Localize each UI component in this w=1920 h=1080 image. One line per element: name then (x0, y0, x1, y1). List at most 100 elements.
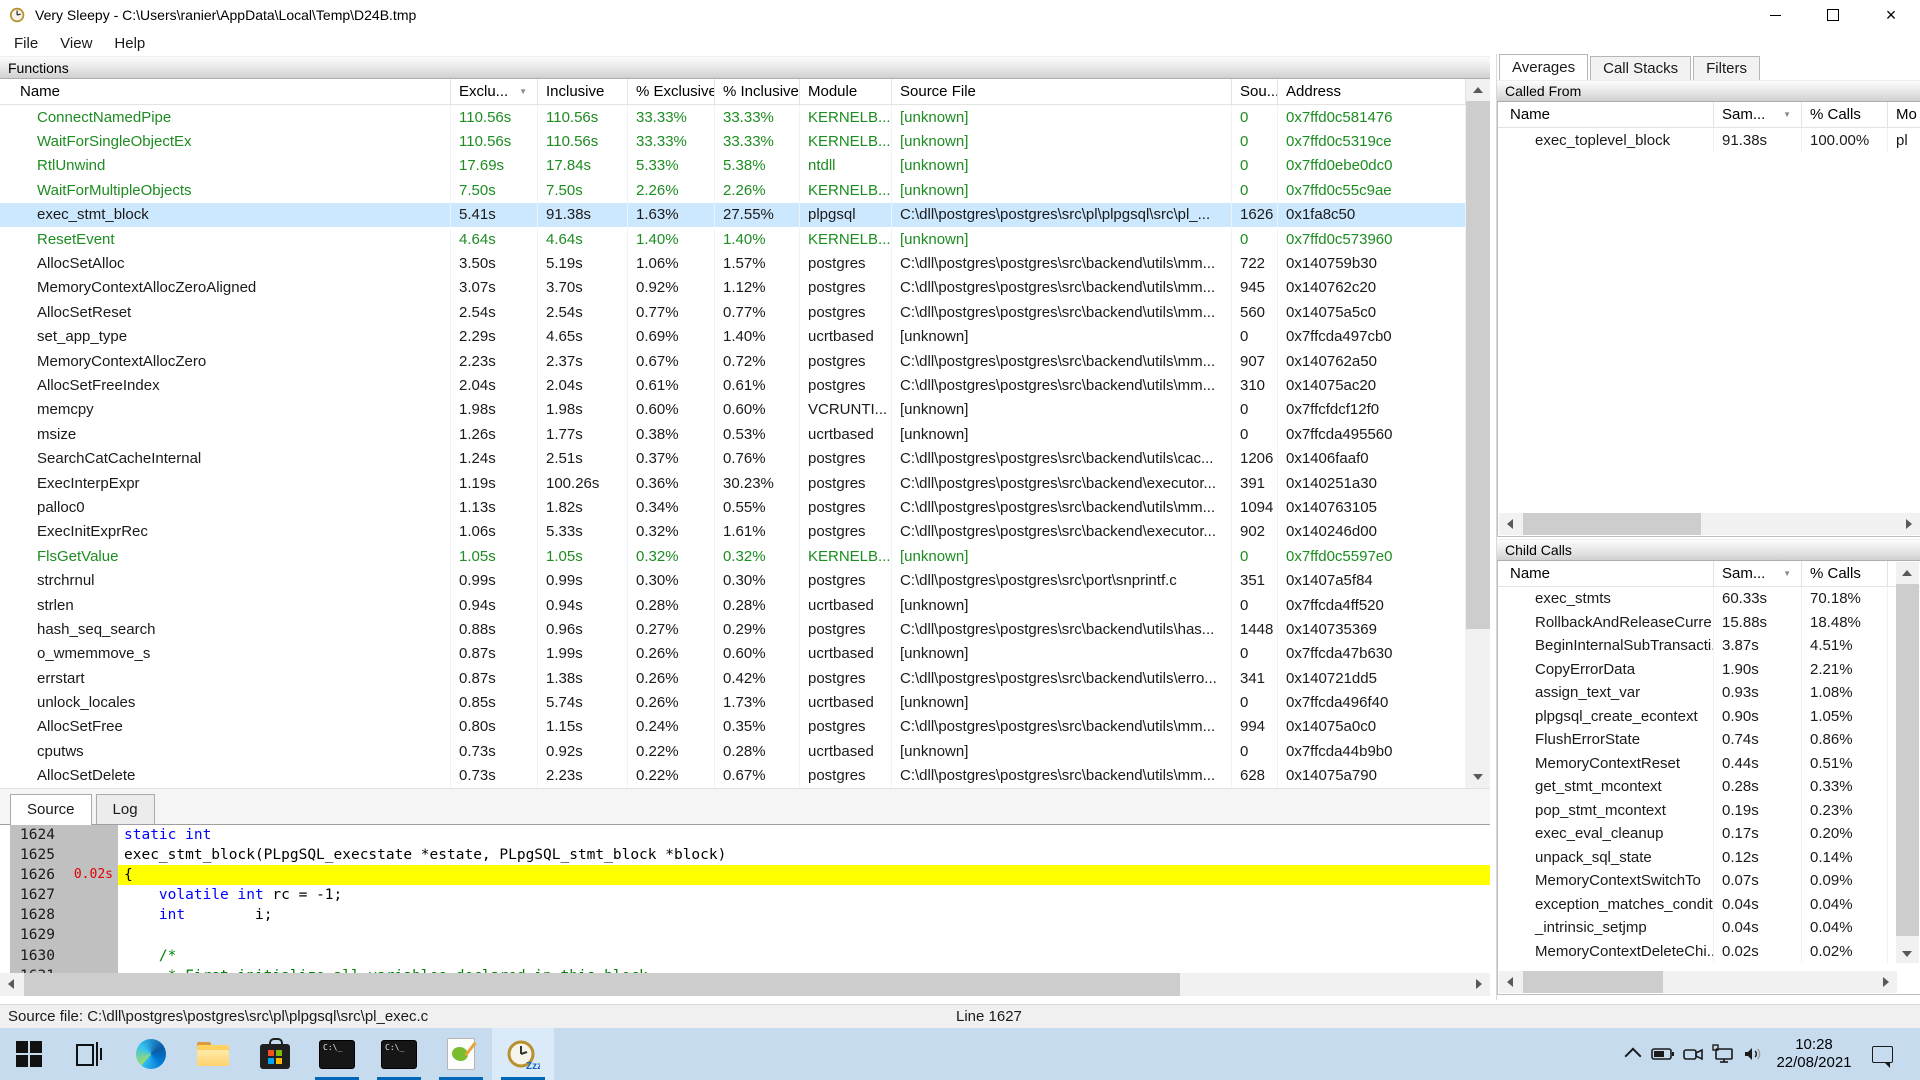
scroll-left-icon[interactable] (1507, 977, 1513, 987)
function-row[interactable]: MemoryContextAllocZero2.23s2.37s0.67%0.7… (0, 349, 1466, 373)
start-button[interactable] (0, 1028, 58, 1080)
child-calls-vertical-scrollbar[interactable] (1896, 562, 1919, 963)
column-header-sou[interactable]: Sou... (1232, 79, 1278, 104)
function-row[interactable]: AllocSetFreeIndex2.04s2.04s0.61%0.61%pos… (0, 373, 1466, 397)
tray-expand-button[interactable] (1618, 1028, 1648, 1080)
column-header-name[interactable]: Name (1498, 561, 1714, 586)
column-header-address[interactable]: Address (1278, 79, 1466, 104)
source-horizontal-scrollbar[interactable] (0, 973, 1490, 996)
child-call-row[interactable]: RollbackAndReleaseCurre...15.88s18.48% (1498, 611, 1920, 635)
function-row[interactable]: MemoryContextAllocZeroAligned3.07s3.70s0… (0, 276, 1466, 300)
notepad-plus-plus-taskbar-button[interactable] (430, 1028, 492, 1080)
function-row[interactable]: RtlUnwind17.69s17.84s5.33%5.38%ntdll[unk… (0, 154, 1466, 178)
function-row[interactable]: strchrnul0.99s0.99s0.30%0.30%postgresC:\… (0, 568, 1466, 592)
child-call-row[interactable]: unpack_sql_state0.12s0.14% (1498, 846, 1920, 870)
battery-tray-button[interactable] (1648, 1028, 1678, 1080)
function-row[interactable]: ExecInterpExpr1.19s100.26s0.36%30.23%pos… (0, 471, 1466, 495)
child-call-row[interactable]: BeginInternalSubTransacti...3.87s4.51% (1498, 634, 1920, 658)
child-call-row[interactable]: get_stmt_mcontext0.28s0.33% (1498, 775, 1920, 799)
taskbar-clock[interactable]: 10:28 22/08/2021 (1768, 1036, 1860, 1072)
close-button[interactable]: × (1862, 0, 1920, 30)
function-row[interactable]: WaitForMultipleObjects7.50s7.50s2.26%2.2… (0, 178, 1466, 202)
terminal-taskbar-button-2[interactable] (368, 1028, 430, 1080)
child-calls-horizontal-scrollbar[interactable] (1499, 971, 1897, 993)
child-call-row[interactable]: pop_stmt_mcontext0.19s0.23% (1498, 799, 1920, 823)
network-tray-button[interactable] (1708, 1028, 1738, 1080)
column-header-mo[interactable]: Mo (1888, 102, 1920, 127)
column-header-exclu[interactable]: Exclu...▼ (451, 79, 538, 104)
function-row[interactable]: ResetEvent4.64s4.64s1.40%1.40%KERNELB...… (0, 227, 1466, 251)
scrollbar-thumb[interactable] (24, 973, 1180, 996)
child-call-row[interactable]: exec_stmts60.33s70.18% (1498, 587, 1920, 611)
terminal-taskbar-button-1[interactable] (306, 1028, 368, 1080)
volume-tray-button[interactable] (1738, 1028, 1768, 1080)
column-header-calls[interactable]: % Calls (1802, 102, 1888, 127)
function-row[interactable]: ExecInitExprRec1.06s5.33s0.32%1.61%postg… (0, 520, 1466, 544)
column-header-sam[interactable]: Sam...▼ (1714, 102, 1802, 127)
scroll-up-icon[interactable] (1473, 87, 1483, 93)
child-call-row[interactable]: CopyErrorData1.90s2.21% (1498, 658, 1920, 682)
column-header-exclusive[interactable]: % Exclusive (628, 79, 715, 104)
function-row[interactable]: unlock_locales0.85s5.74s0.26%1.73%ucrtba… (0, 690, 1466, 714)
column-header-sourcefile[interactable]: Source File (892, 79, 1232, 104)
very-sleepy-taskbar-button[interactable]: Zzz (492, 1028, 554, 1080)
function-row[interactable]: strlen0.94s0.94s0.28%0.28%ucrtbased[unkn… (0, 593, 1466, 617)
scroll-right-icon[interactable] (1476, 979, 1482, 989)
child-call-row[interactable]: exception_matches_condit...0.04s0.04% (1498, 893, 1920, 917)
scroll-down-icon[interactable] (1473, 774, 1483, 780)
column-header-sam[interactable]: Sam...▼ (1714, 561, 1802, 586)
scroll-down-icon[interactable] (1902, 951, 1912, 957)
column-header-calls[interactable]: % Calls (1802, 561, 1888, 586)
tab-call-stacks[interactable]: Call Stacks (1590, 56, 1691, 80)
file-explorer-taskbar-button[interactable] (182, 1028, 244, 1080)
column-header-module[interactable]: Module (800, 79, 892, 104)
function-row[interactable]: cputws0.73s0.92s0.22%0.28%ucrtbased[unkn… (0, 739, 1466, 763)
menu-view[interactable]: View (49, 30, 103, 56)
function-row[interactable]: palloc01.13s1.82s0.34%0.55%postgresC:\dl… (0, 495, 1466, 519)
function-row[interactable]: o_wmemmove_s0.87s1.99s0.26%0.60%ucrtbase… (0, 642, 1466, 666)
scrollbar-thumb[interactable] (1523, 513, 1701, 535)
function-row[interactable]: errstart0.87s1.38s0.26%0.42%postgresC:\d… (0, 666, 1466, 690)
edge-taskbar-button[interactable] (120, 1028, 182, 1080)
child-call-row[interactable]: MemoryContextDeleteChi...0.02s0.02% (1498, 940, 1920, 964)
function-row[interactable]: msize1.26s1.77s0.38%0.53%ucrtbased[unkno… (0, 422, 1466, 446)
function-row[interactable]: AllocSetReset2.54s2.54s0.77%0.77%postgre… (0, 300, 1466, 324)
tab-filters[interactable]: Filters (1693, 56, 1760, 80)
called-from-horizontal-scrollbar[interactable] (1499, 513, 1920, 535)
scroll-left-icon[interactable] (1507, 519, 1513, 529)
child-call-row[interactable]: exec_eval_cleanup0.17s0.20% (1498, 822, 1920, 846)
tab-averages[interactable]: Averages (1499, 54, 1588, 80)
child-call-row[interactable]: plpgsql_create_econtext0.90s1.05% (1498, 705, 1920, 729)
child-call-row[interactable]: FlushErrorState0.74s0.86% (1498, 728, 1920, 752)
scroll-left-icon[interactable] (8, 979, 14, 989)
tab-log[interactable]: Log (96, 794, 155, 824)
maximize-button[interactable] (1804, 0, 1862, 30)
menu-help[interactable]: Help (103, 30, 156, 56)
function-row[interactable]: memcpy1.98s1.98s0.60%0.60%VCRUNTI...[unk… (0, 398, 1466, 422)
scrollbar-thumb[interactable] (1466, 101, 1490, 629)
tab-source[interactable]: Source (10, 794, 92, 825)
microsoft-store-taskbar-button[interactable] (244, 1028, 306, 1080)
child-call-row[interactable]: MemoryContextSwitchTo0.07s0.09% (1498, 869, 1920, 893)
scrollbar-thumb[interactable] (1896, 584, 1919, 936)
function-row[interactable]: set_app_type2.29s4.65s0.69%1.40%ucrtbase… (0, 325, 1466, 349)
column-header-inclusive[interactable]: % Inclusive (715, 79, 800, 104)
child-call-row[interactable]: assign_text_var0.93s1.08% (1498, 681, 1920, 705)
child-call-row[interactable]: MemoryContextReset0.44s0.51% (1498, 752, 1920, 776)
function-row[interactable]: AllocSetDelete0.73s2.23s0.22%0.67%postgr… (0, 764, 1466, 788)
function-row[interactable]: ConnectNamedPipe110.56s110.56s33.33%33.3… (0, 105, 1466, 129)
minimize-button[interactable] (1746, 0, 1804, 30)
action-center-button[interactable] (1860, 1028, 1904, 1080)
column-header-inclusive[interactable]: Inclusive (538, 79, 628, 104)
column-header-name[interactable]: Name (1498, 102, 1714, 127)
called-from-row[interactable]: exec_toplevel_block91.38s100.00%pl (1498, 128, 1920, 152)
functions-vertical-scrollbar[interactable] (1466, 79, 1490, 788)
scroll-right-icon[interactable] (1883, 977, 1889, 987)
column-header-name[interactable]: Name (0, 79, 451, 104)
child-call-row[interactable]: _intrinsic_setjmp0.04s0.04% (1498, 916, 1920, 940)
function-row[interactable]: exec_stmt_block5.41s91.38s1.63%27.55%plp… (0, 203, 1466, 227)
source-code-view[interactable]: 1624static int1625exec_stmt_block(PLpgSQ… (0, 824, 1490, 974)
menu-file[interactable]: File (3, 30, 49, 56)
scroll-right-icon[interactable] (1906, 519, 1912, 529)
function-row[interactable]: WaitForSingleObjectEx110.56s110.56s33.33… (0, 129, 1466, 153)
